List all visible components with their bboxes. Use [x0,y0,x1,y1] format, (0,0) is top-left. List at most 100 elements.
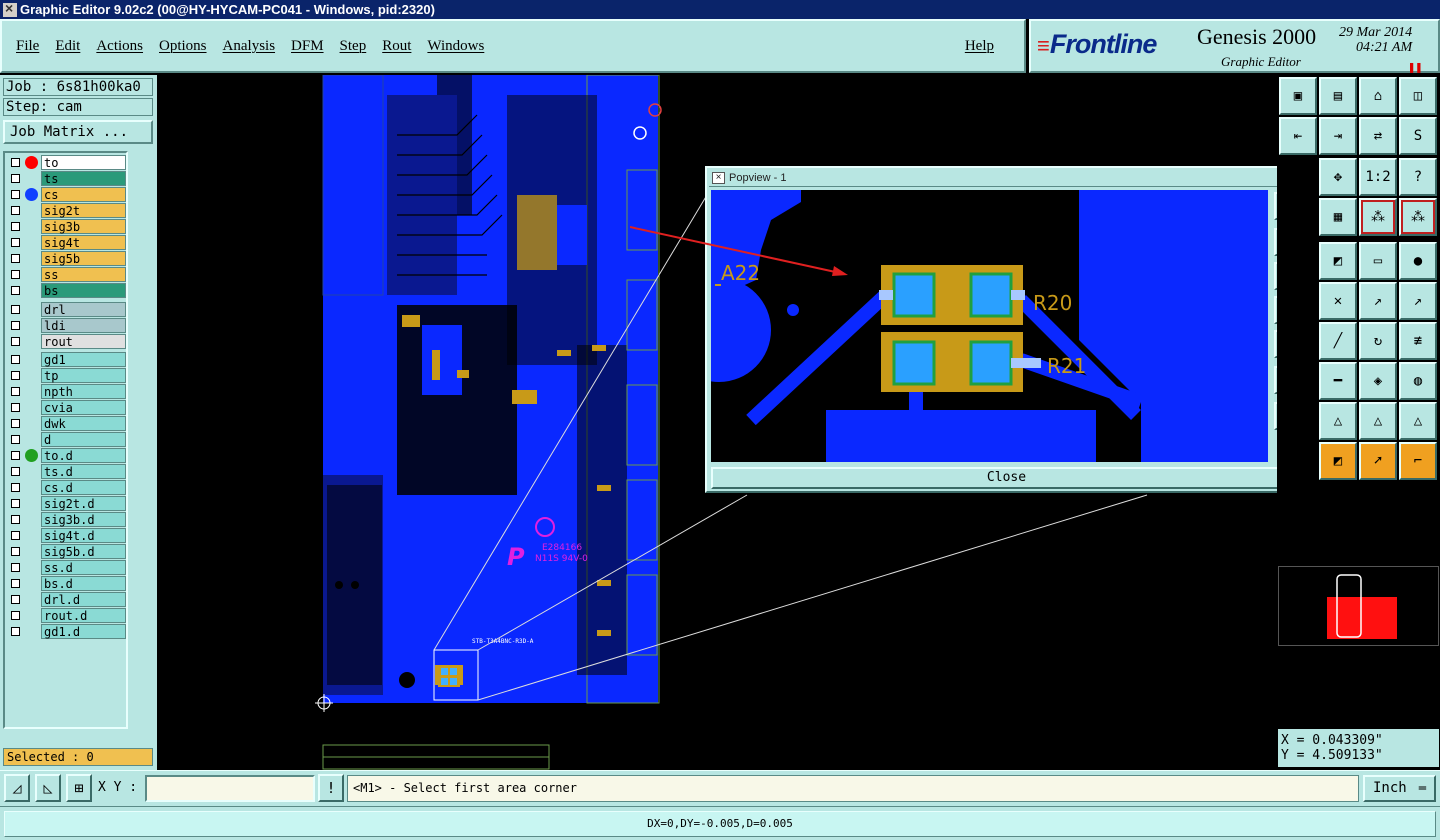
layer-checkbox[interactable] [11,337,20,346]
tool-next-view-button[interactable]: ⇥ [1319,117,1357,155]
tool-point-button[interactable]: ● [1399,242,1437,280]
layer-name[interactable]: sig3b [41,219,126,234]
layer-checkbox[interactable] [11,611,20,620]
layer-row-bs-d[interactable]: bs.d [7,576,126,591]
layer-checkbox[interactable] [11,627,20,636]
layer-name[interactable]: ts.d [41,464,126,479]
tool-prev-view-button[interactable]: ⇤ [1279,117,1317,155]
layer-row-ss[interactable]: ss [7,267,126,282]
layer-checkbox[interactable] [11,467,20,476]
tool-window-button[interactable]: ◫ [1399,77,1437,115]
pause-icon[interactable]: ❚❚ [1408,60,1422,74]
layer-name[interactable]: dwk [41,416,126,431]
layer-row-ts-d[interactable]: ts.d [7,464,126,479]
layer-name[interactable]: bs [41,283,126,298]
layer-name[interactable]: sig2t [41,203,126,218]
layer-name[interactable]: npth [41,384,126,399]
snap-center-icon[interactable]: ⊞ [66,774,92,802]
layer-name[interactable]: tp [41,368,126,383]
layer-checkbox[interactable] [11,403,20,412]
menu-actions[interactable]: Actions [96,38,143,55]
menu-options[interactable]: Options [159,38,207,55]
snap-grid-icon[interactable]: ◿ [4,774,30,802]
layer-name[interactable]: ss [41,267,126,282]
tool-circles-button[interactable]: ◍ [1399,362,1437,400]
tool-feature-button[interactable]: ≢ [1399,322,1437,360]
layer-name[interactable]: cs [41,187,126,202]
tool-s-curve-button[interactable]: S [1399,117,1437,155]
layer-row-sig3b-d[interactable]: sig3b.d [7,512,126,527]
layer-name[interactable]: ts [41,171,126,186]
layer-row-ss-d[interactable]: ss.d [7,560,126,575]
tool-angle2-button[interactable]: △ [1359,402,1397,440]
layer-row-gd1[interactable]: gd1 [7,352,126,367]
layer-name[interactable]: d [41,432,126,447]
tool-swap-button[interactable]: ⇄ [1359,117,1397,155]
layer-name[interactable]: sig3b.d [41,512,126,527]
layer-row-tp[interactable]: tp [7,368,126,383]
layer-row-sig2t[interactable]: sig2t [7,203,126,218]
tool-measure-button[interactable]: ◩ [1319,242,1357,280]
layer-row-ldi[interactable]: ldi [7,318,126,333]
layer-name[interactable]: sig4t [41,235,126,250]
layer-checkbox[interactable] [11,435,20,444]
tool-sheet-down-button[interactable]: ▤ [1319,77,1357,115]
layer-row-sig5b[interactable]: sig5b [7,251,126,266]
tool-snap-center-button[interactable]: ↗ [1399,282,1437,320]
tool-pointer-button[interactable]: ➚ [1359,442,1397,480]
layer-name[interactable]: cs.d [41,480,126,495]
layer-row-npth[interactable]: npth [7,384,126,399]
tool-line-button[interactable]: ╱ [1319,322,1357,360]
layer-checkbox[interactable] [11,321,20,330]
layer-checkbox[interactable] [11,355,20,364]
layer-row-d[interactable]: d [7,432,126,447]
layer-checkbox[interactable] [11,419,20,428]
tool-help-button[interactable]: ? [1399,158,1437,196]
tool-snap-button[interactable]: ↗ [1359,282,1397,320]
layer-checkbox[interactable] [11,270,20,279]
layer-checkbox[interactable] [11,238,20,247]
tool-select-button[interactable]: ◩ [1319,442,1357,480]
layer-checkbox[interactable] [11,190,20,199]
layer-name[interactable]: bs.d [41,576,126,591]
menu-edit[interactable]: Edit [55,38,80,55]
layer-checkbox[interactable] [11,371,20,380]
layer-checkbox[interactable] [11,579,20,588]
layer-checkbox[interactable] [11,547,20,556]
job-matrix-button[interactable]: Job Matrix ... [3,120,153,144]
layer-row-dwk[interactable]: dwk [7,416,126,431]
layer-checkbox[interactable] [11,174,20,183]
layer-row-gd1-d[interactable]: gd1.d [7,624,126,639]
layer-name[interactable]: rout [41,334,126,349]
layer-name[interactable]: ldi [41,318,126,333]
tool-segment-button[interactable]: ━ [1319,362,1357,400]
layer-row-drl-d[interactable]: drl.d [7,592,126,607]
layer-checkbox[interactable] [11,515,20,524]
layer-row-sig4t[interactable]: sig4t [7,235,126,250]
layer-checkbox[interactable] [11,563,20,572]
layer-checkbox[interactable] [11,286,20,295]
tool-ruler-button[interactable]: ▭ [1359,242,1397,280]
tool-ratio-button[interactable]: 1:2 [1359,158,1397,196]
layer-row-cs[interactable]: cs [7,187,126,202]
unit-selector[interactable]: Inch ═ [1363,775,1436,802]
layer-checkbox[interactable] [11,222,20,231]
layer-name[interactable]: drl [41,302,126,317]
menu-step[interactable]: Step [340,38,367,55]
tool-grid-button[interactable]: ▦ [1319,198,1357,236]
layer-checkbox[interactable] [11,206,20,215]
tool-angle3-button[interactable]: △ [1399,402,1437,440]
tool-angle-button[interactable]: △ [1319,402,1357,440]
layer-checkbox[interactable] [11,595,20,604]
layer-checkbox[interactable] [11,451,20,460]
alert-icon[interactable]: ! [318,774,344,802]
layer-row-rout-d[interactable]: rout.d [7,608,126,623]
layer-name[interactable]: sig5b.d [41,544,126,559]
tool-pan-button[interactable]: ✥ [1319,158,1357,196]
tool-layer-color-button[interactable]: ⁂ [1359,198,1397,236]
layer-checkbox[interactable] [11,531,20,540]
layer-name[interactable]: to [41,155,126,170]
layer-name[interactable]: ss.d [41,560,126,575]
layer-checkbox[interactable] [11,387,20,396]
layer-row-drl[interactable]: drl [7,302,126,317]
